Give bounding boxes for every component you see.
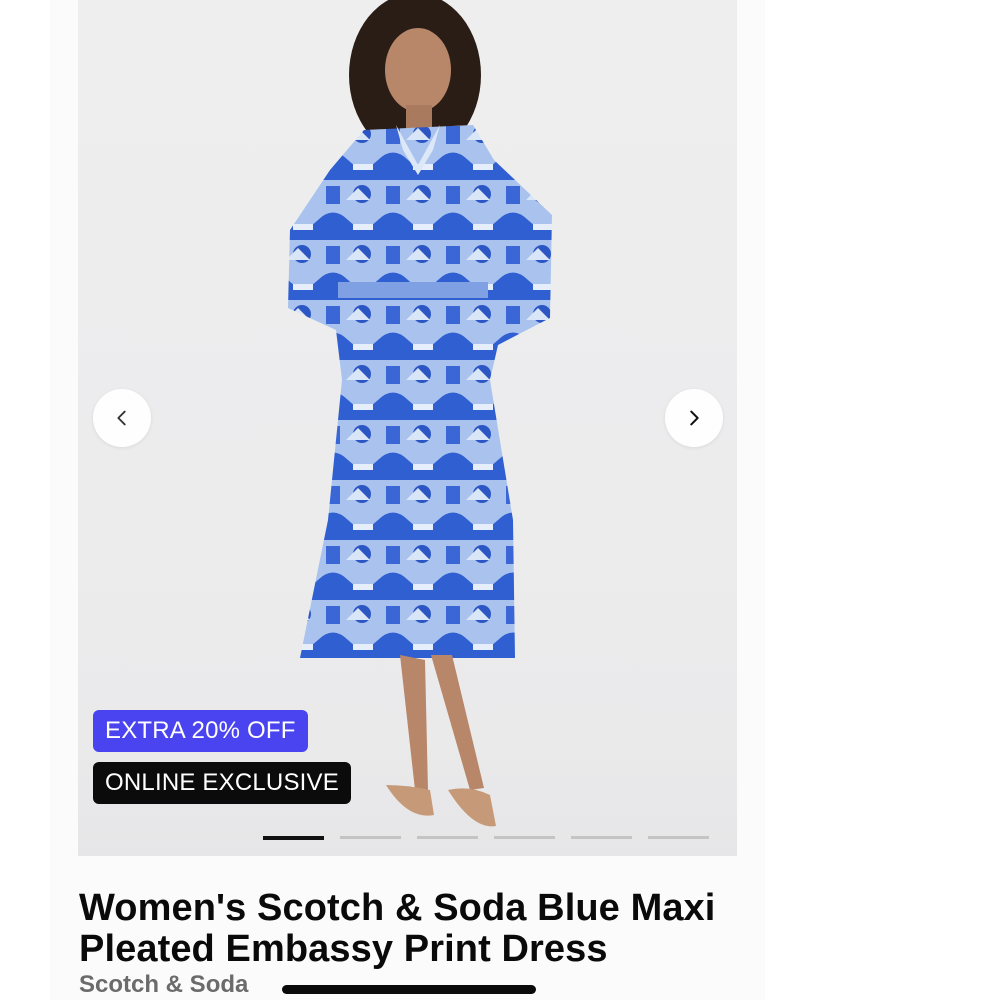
online-exclusive-badge: ONLINE EXCLUSIVE [93,762,351,804]
gallery-dot-2[interactable] [340,836,401,839]
product-title: Women's Scotch & Soda Blue Maxi Pleated … [79,887,716,970]
gallery-dot-3[interactable] [417,836,478,839]
discount-badge: EXTRA 20% OFF [93,710,308,752]
gallery-next-button[interactable] [665,389,723,447]
home-indicator[interactable] [282,985,536,994]
gallery-prev-button[interactable] [93,389,151,447]
gallery-pagination [263,835,709,840]
chevron-left-icon [117,410,126,426]
chevron-right-icon [690,410,699,426]
gallery-dot-1[interactable] [263,835,324,840]
product-page: EXTRA 20% OFF ONLINE EXCLUSIVE Women's S… [0,0,1000,1000]
gallery-dot-6[interactable] [648,836,709,839]
gallery-dot-4[interactable] [494,836,555,839]
gallery-dot-5[interactable] [571,836,632,839]
brand-link[interactable]: Scotch & Soda [79,971,248,999]
